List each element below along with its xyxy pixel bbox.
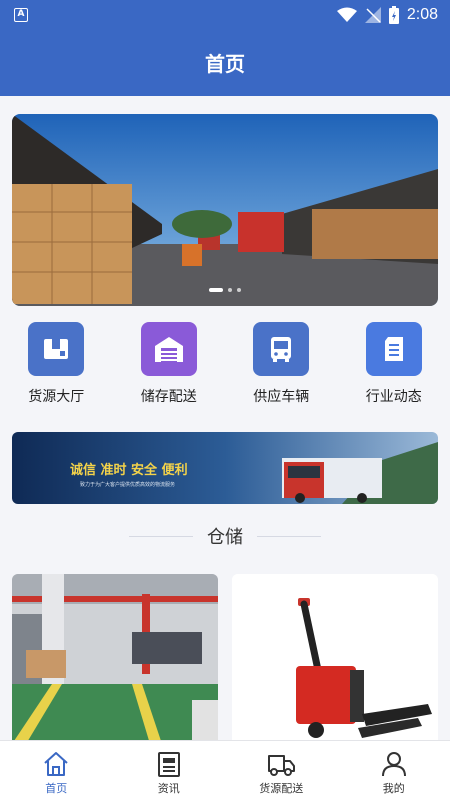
quick-item-storage[interactable]: 储存配送 — [113, 318, 226, 414]
quick-label: 供应车辆 — [253, 389, 310, 405]
quick-label: 行业动态 — [365, 389, 422, 405]
news-icon — [157, 752, 180, 777]
wifi-icon — [336, 7, 357, 22]
app-notification-icon: A — [14, 8, 28, 22]
tab-label: 货源配送 — [259, 782, 304, 795]
tab-news[interactable]: 资讯 — [113, 741, 226, 800]
bottom-tab-bar: 首页 资讯 货源配送 我的 — [0, 740, 450, 800]
tab-label: 首页 — [45, 782, 68, 795]
battery-icon — [388, 6, 399, 24]
carousel-dot[interactable] — [237, 288, 241, 292]
ad-slogan: 诚信 准时 安全 便利 — [70, 462, 188, 478]
warehouse-photo — [12, 114, 438, 306]
warehouse-icon — [140, 322, 197, 376]
home-icon — [44, 752, 68, 776]
pallet-truck-photo — [232, 574, 438, 744]
divider — [129, 535, 193, 537]
section-title: 仓储 — [207, 527, 243, 548]
storage-card-warehouse[interactable] — [12, 574, 218, 744]
quick-item-vehicles[interactable]: 供应车辆 — [225, 318, 338, 414]
clock: 2:08 — [406, 6, 438, 23]
tab-home[interactable]: 首页 — [0, 741, 113, 800]
storage-card-pallet-truck[interactable] — [232, 574, 438, 744]
carousel-dot[interactable] — [209, 288, 223, 292]
carousel-dot[interactable] — [228, 288, 232, 292]
ad-subtitle: 致力于为广大客户提供优质高效的物流服务 — [80, 481, 175, 488]
bus-icon — [253, 322, 310, 376]
quick-label: 货源大厅 — [28, 389, 85, 405]
quick-label: 储存配送 — [140, 389, 197, 405]
hero-banner[interactable] — [12, 114, 438, 306]
user-icon — [381, 752, 406, 777]
carousel-indicator — [12, 288, 438, 292]
warehouse-interior-photo — [12, 574, 218, 744]
divider — [257, 535, 321, 537]
truck-icon — [268, 755, 296, 776]
tab-label: 我的 — [382, 782, 405, 795]
quick-item-industry-news[interactable]: 行业动态 — [338, 318, 450, 414]
quick-menu: 货源大厅 储存配送 供应车辆 行业动态 — [0, 318, 450, 414]
tab-label: 资讯 — [157, 782, 180, 795]
ad-banner[interactable]: 诚信 准时 安全 便利 致力于为广大客户提供优质高效的物流服务 — [12, 432, 438, 504]
quick-item-cargo-hall[interactable]: 货源大厅 — [0, 318, 113, 414]
tab-cargo-delivery[interactable]: 货源配送 — [225, 741, 338, 800]
no-signal-icon — [364, 7, 381, 23]
status-bar: A 2:08 — [0, 0, 450, 32]
package-icon — [28, 322, 85, 376]
page-title: 首页 — [0, 32, 450, 96]
document-icon — [365, 322, 422, 376]
section-header: 仓储 — [0, 518, 450, 554]
tab-profile[interactable]: 我的 — [338, 741, 450, 800]
